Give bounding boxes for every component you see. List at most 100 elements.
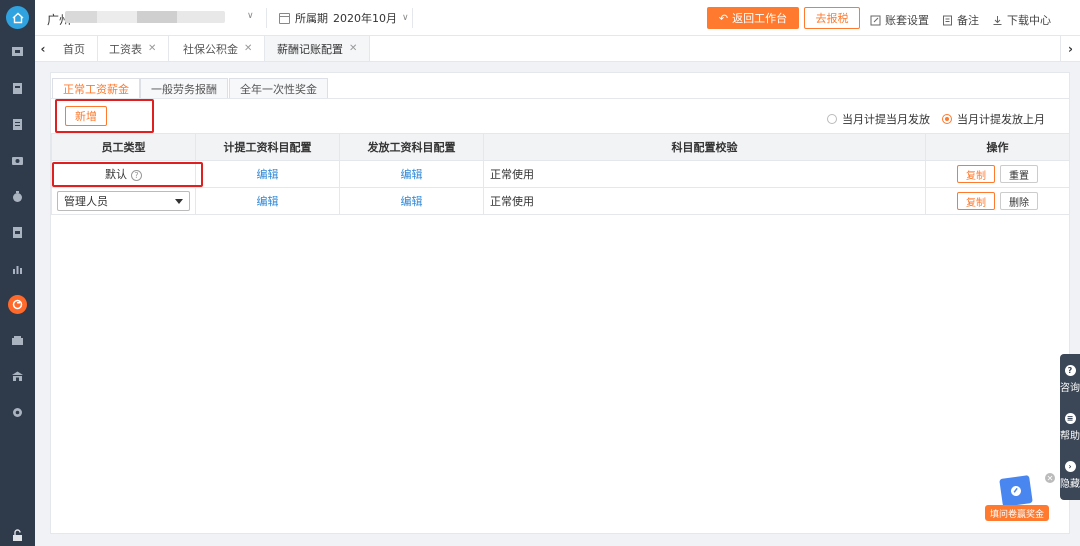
- chevron-down-icon[interactable]: ∨: [247, 11, 254, 21]
- voucher-icon[interactable]: [10, 81, 24, 95]
- reset-button[interactable]: 重置: [1000, 165, 1038, 183]
- help-button[interactable]: ≡ 帮助: [1060, 404, 1080, 450]
- account-settings-link[interactable]: 账套设置: [870, 12, 929, 28]
- close-icon[interactable]: ✕: [1045, 473, 1055, 483]
- notes-link[interactable]: 备注: [942, 12, 979, 28]
- document-icon: ≡: [1064, 412, 1076, 424]
- employee-type-cell: 管理人员: [51, 187, 196, 215]
- bank-icon[interactable]: [10, 369, 24, 383]
- arrow-right-icon: ›: [1064, 460, 1076, 472]
- money-bag-icon[interactable]: [10, 189, 24, 203]
- table-header-row: 员工类型 计提工资科目配置 发放工资科目配置 科目配置校验 操作: [51, 133, 1070, 161]
- edit-icon: [870, 15, 881, 25]
- accrual-mode-radio-group: 当月计提当月发放 当月计提发放上月: [827, 111, 1045, 127]
- config-check-cell: 正常使用: [483, 187, 926, 215]
- ledger-icon[interactable]: [10, 44, 24, 58]
- edit-accrual-link[interactable]: 编辑: [257, 168, 279, 181]
- survey-clipboard-icon: [999, 475, 1033, 507]
- survey-label: 填问卷赢奖金: [985, 505, 1049, 521]
- notes-label: 备注: [957, 14, 979, 27]
- table-row: 默认? 编辑 编辑 正常使用 复制 重置: [51, 160, 1070, 188]
- tab-payroll[interactable]: 工资表 ✕: [97, 36, 170, 61]
- account-settings-label: 账套设置: [885, 14, 929, 27]
- config-table: 员工类型 计提工资科目配置 发放工资科目配置 科目配置校验 操作 默认? 编辑 …: [51, 133, 1070, 215]
- hide-button[interactable]: › 隐藏: [1060, 452, 1080, 498]
- top-bar: 广州 ∨ 所属期 2020年10月 ∨ ↶ 返回工作台 去报税 账套设置 备注 …: [35, 0, 1080, 36]
- download-center-label: 下载中心: [1007, 14, 1051, 27]
- tab-salary-accounting-config-label: 薪酬记账配置: [277, 42, 343, 56]
- edit-payment-link[interactable]: 编辑: [401, 168, 423, 181]
- radio-current-month-label: 当月计提当月发放: [842, 113, 930, 126]
- divider: [266, 8, 267, 28]
- note-icon: [943, 15, 952, 25]
- main-panel: 正常工资薪金 一般劳务报酬 全年一次性奖金 新增 当月计提当月发放 当月计提发放…: [50, 72, 1070, 534]
- subtab-labor-remuneration[interactable]: 一般劳务报酬: [140, 78, 228, 98]
- tab-home[interactable]: 首页: [51, 36, 98, 61]
- header-payment-config: 发放工资科目配置: [339, 133, 484, 161]
- dropdown-arrow-icon: [175, 198, 183, 204]
- survey-promo[interactable]: 填问卷赢奖金: [985, 475, 1049, 523]
- tab-social-security[interactable]: 社保公积金 ✕: [171, 36, 266, 61]
- accrual-config-cell: 编辑: [195, 160, 340, 188]
- edit-accrual-link[interactable]: 编辑: [257, 195, 279, 208]
- close-icon[interactable]: ✕: [244, 43, 252, 54]
- copy-button[interactable]: 复制: [957, 165, 995, 183]
- document-icon[interactable]: [10, 117, 24, 131]
- camera-icon[interactable]: [10, 153, 24, 167]
- home-logo-icon[interactable]: [6, 6, 29, 29]
- tab-social-security-label: 社保公积金: [183, 42, 238, 56]
- tab-salary-accounting-config[interactable]: 薪酬记账配置 ✕: [265, 36, 371, 61]
- tab-payroll-label: 工资表: [109, 42, 142, 56]
- config-check-cell: 正常使用: [483, 160, 926, 188]
- consult-button[interactable]: ? 咨询: [1060, 356, 1080, 402]
- header-accrual-config: 计提工资科目配置: [195, 133, 340, 161]
- radio-circle: [827, 114, 837, 124]
- settings-gear-icon[interactable]: [10, 405, 24, 419]
- table-row: 管理人员 编辑 编辑 正常使用 复制 删除: [51, 187, 1070, 215]
- return-arrow-icon: ↶: [718, 11, 729, 25]
- question-icon: ?: [1064, 364, 1076, 376]
- file-tax-button[interactable]: 去报税: [804, 7, 860, 29]
- header-operations: 操作: [925, 133, 1070, 161]
- delete-button[interactable]: 删除: [1000, 192, 1038, 210]
- company-name-redacted: [65, 11, 225, 23]
- return-workbench-label: 返回工作台: [732, 12, 788, 25]
- subtab-regular-salary[interactable]: 正常工资薪金: [52, 78, 140, 99]
- sidebar: [0, 0, 35, 546]
- wallet-icon[interactable]: [10, 333, 24, 347]
- chevron-down-icon: ∨: [402, 13, 409, 23]
- employee-type-select[interactable]: 管理人员: [57, 191, 190, 211]
- period-value: 2020年10月: [333, 12, 397, 25]
- download-icon: [993, 15, 1002, 25]
- edit-payment-link[interactable]: 编辑: [401, 195, 423, 208]
- copy-button[interactable]: 复制: [957, 192, 995, 210]
- unlock-icon[interactable]: [10, 528, 24, 542]
- subtab-annual-bonus[interactable]: 全年一次性奖金: [229, 78, 328, 98]
- download-center-link[interactable]: 下载中心: [992, 12, 1051, 28]
- header-config-check: 科目配置校验: [483, 133, 926, 161]
- highlight-box-default: [52, 162, 203, 187]
- return-workbench-button[interactable]: ↶ 返回工作台: [707, 7, 799, 29]
- payment-config-cell: 编辑: [339, 160, 484, 188]
- operations-cell: 复制 删除: [925, 187, 1070, 215]
- floating-help-bar: ? 咨询 ≡ 帮助 › 隐藏: [1060, 354, 1080, 500]
- salary-icon[interactable]: [8, 295, 27, 314]
- tabs-scroll-left-icon[interactable]: ‹: [35, 36, 51, 61]
- page-tabs-bar: ‹ 首页 工资表 ✕ 社保公积金 ✕ 薪酬记账配置 ✕ ›: [35, 36, 1080, 62]
- highlight-box-add: [55, 99, 154, 133]
- close-icon[interactable]: ✕: [148, 43, 156, 54]
- radio-circle-selected: [942, 114, 952, 124]
- tabs-scroll-right-icon[interactable]: ›: [1060, 36, 1080, 61]
- radio-previous-month[interactable]: 当月计提发放上月: [942, 111, 1045, 127]
- subtab-divider: [51, 98, 1069, 99]
- tab-home-label: 首页: [63, 42, 85, 56]
- invoice-icon[interactable]: [10, 225, 24, 239]
- accrual-config-cell: 编辑: [195, 187, 340, 215]
- period-selector[interactable]: 所属期 2020年10月 ∨: [279, 10, 409, 26]
- close-icon[interactable]: ✕: [349, 43, 357, 54]
- calendar-icon: [279, 12, 290, 24]
- radio-current-month[interactable]: 当月计提当月发放: [827, 111, 930, 127]
- header-employee-type: 员工类型: [51, 133, 196, 161]
- divider: [412, 8, 413, 28]
- report-chart-icon[interactable]: [10, 261, 24, 275]
